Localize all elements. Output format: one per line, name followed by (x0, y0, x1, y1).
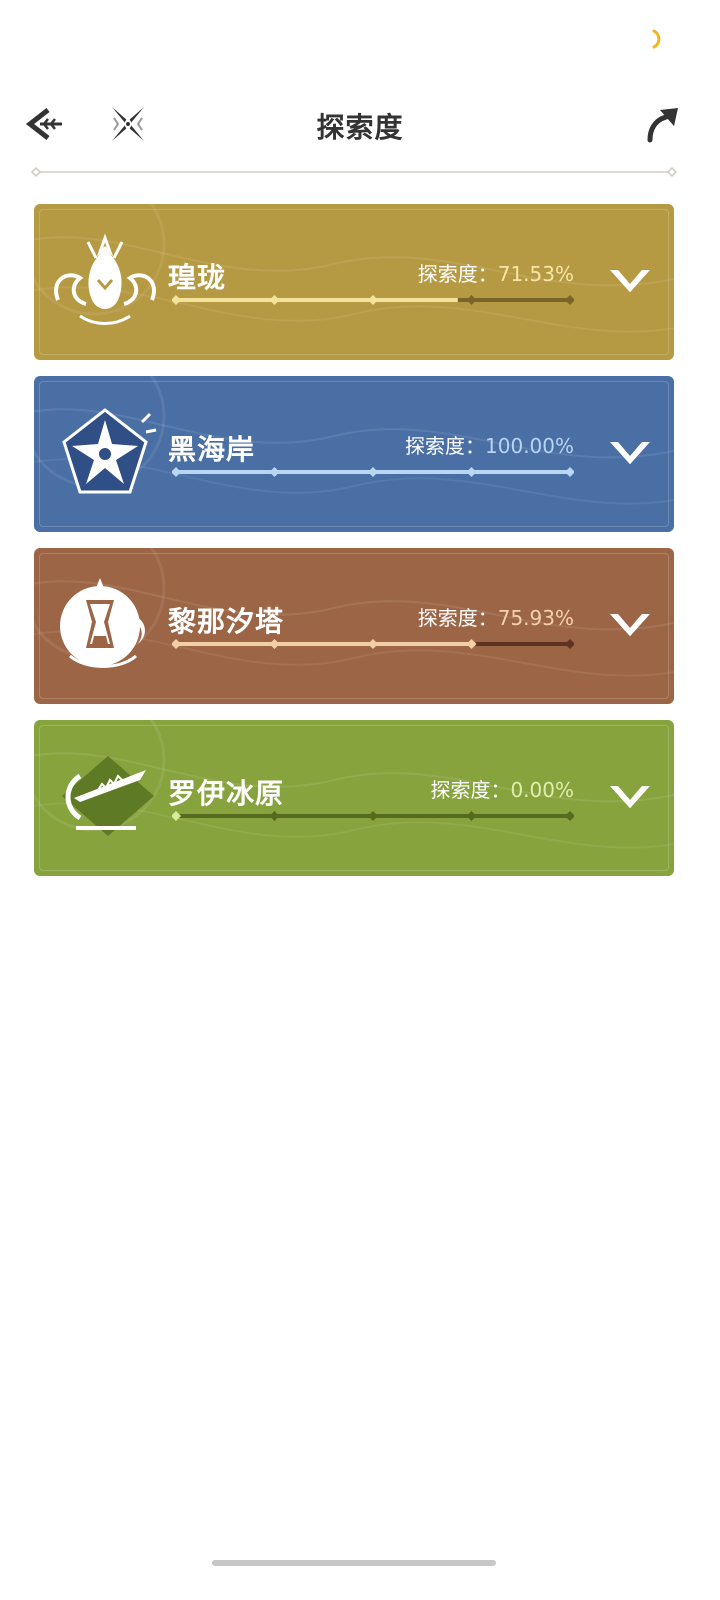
region-name: 黎那汐塔 (168, 605, 285, 638)
region-card-roya-frostlands[interactable]: 罗伊冰原 探索度：0.00% (34, 720, 674, 876)
progress-milestone-marker (565, 467, 574, 477)
progress-value: 71.53% (497, 262, 574, 286)
progress-text: 探索度：100.00% (405, 430, 574, 459)
progress-text: 探索度：71.53% (418, 258, 574, 287)
progress-track (172, 295, 574, 305)
progress-milestone-marker (172, 295, 181, 305)
progress-milestone-marker (565, 295, 574, 305)
progress-label: 探索度： (417, 262, 498, 286)
region-name: 瑝珑 (168, 261, 227, 294)
progress-milestone-marker (368, 639, 378, 649)
progress-milestone-marker (466, 639, 477, 649)
progress-milestone-marker (172, 811, 181, 821)
home-indicator[interactable] (212, 1560, 496, 1566)
progress-milestone-marker (368, 295, 378, 305)
chevron-down-icon[interactable] (606, 264, 654, 300)
chevron-down-icon[interactable] (606, 436, 654, 472)
header-divider (30, 166, 678, 178)
progress-text: 探索度：0.00% (430, 774, 574, 803)
starflower-emblem-icon (62, 408, 157, 494)
progress-value: 75.93% (497, 606, 574, 630)
progress-track (172, 467, 574, 477)
progress-milestone-marker (565, 811, 574, 821)
progress-milestone-marker (466, 295, 477, 305)
progress-text: 探索度：75.93% (418, 602, 574, 631)
progress-milestone-marker (466, 811, 477, 821)
region-card-rinascita[interactable]: 黎那汐塔 探索度：75.93% (34, 548, 674, 704)
progress-track (172, 639, 574, 649)
region-name: 黑海岸 (168, 433, 256, 466)
progress-milestone-marker (368, 811, 378, 821)
progress-milestone-marker (269, 467, 280, 477)
hourglass-emblem-icon (60, 578, 145, 668)
ice-blade-emblem-icon (62, 756, 154, 836)
progress-milestone-marker (172, 639, 181, 649)
progress-value: 0.00% (510, 778, 574, 802)
progress-milestone-marker (565, 639, 574, 649)
loading-spinner-icon (652, 29, 661, 49)
region-name: 罗伊冰原 (168, 777, 285, 810)
progress-milestone-marker (466, 467, 477, 477)
progress-label: 探索度： (405, 434, 486, 458)
progress-milestone-marker (269, 811, 280, 821)
progress-milestone-marker (269, 295, 280, 305)
dragon-emblem-icon (54, 233, 156, 325)
chevron-down-icon[interactable] (606, 608, 654, 644)
top-navigation-bar: 探索度 (0, 96, 720, 152)
progress-label: 探索度： (430, 778, 511, 802)
progress-milestone-marker (172, 467, 181, 477)
region-card-black-shores[interactable]: 黑海岸 探索度：100.00% (34, 376, 674, 532)
region-card-huanglong[interactable]: 瑝珑 探索度：71.53% (34, 204, 674, 360)
progress-value: 100.00% (485, 434, 574, 458)
share-arrow-icon[interactable] (640, 104, 684, 144)
chevron-down-icon[interactable] (606, 780, 654, 816)
progress-label: 探索度： (417, 606, 498, 630)
progress-track (172, 811, 574, 821)
region-list: 瑝珑 探索度：71.53% 黑海岸 探索度：100.00% 黎那汐塔 探索度：7… (34, 204, 674, 892)
page-title: 探索度 (316, 111, 404, 144)
progress-milestone-marker (269, 639, 280, 649)
progress-milestone-marker (368, 467, 378, 477)
